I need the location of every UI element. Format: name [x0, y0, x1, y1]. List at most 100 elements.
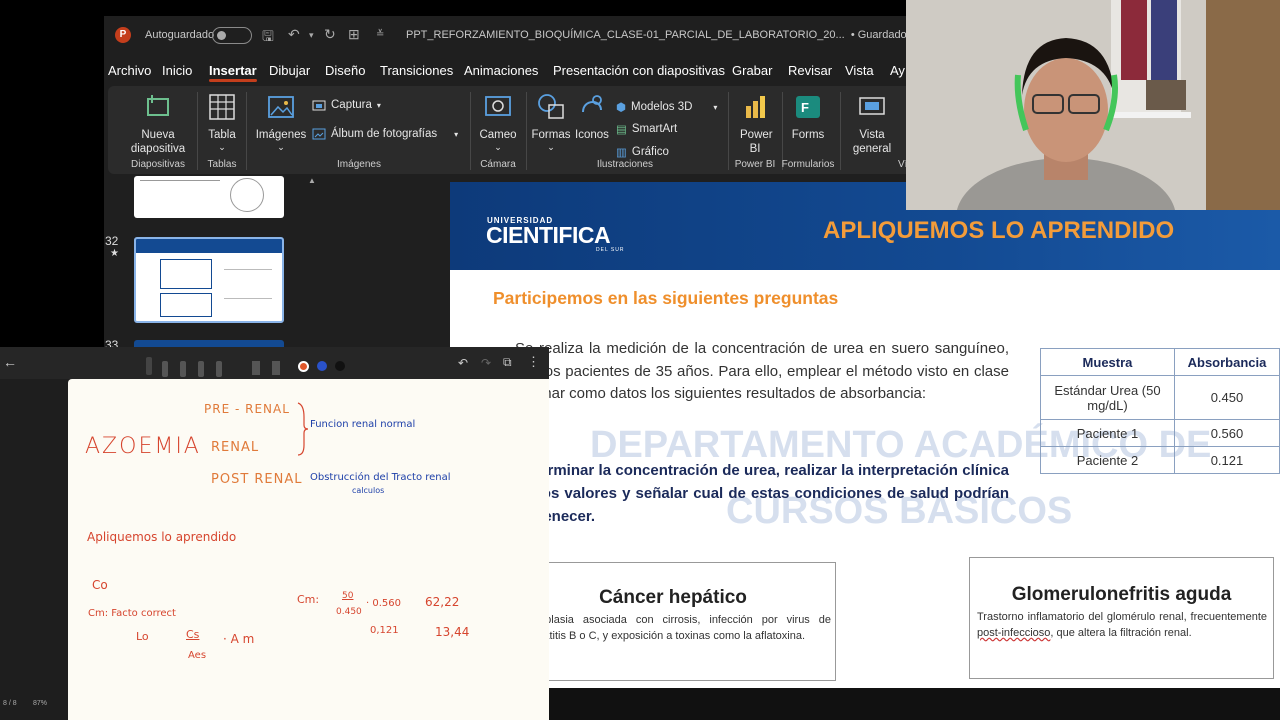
tab-grabar[interactable]: Grabar [732, 63, 772, 78]
chevron-down-icon: ⌄ [494, 142, 502, 152]
more-options-icon[interactable]: ⋮ [527, 354, 540, 370]
tab-insertar[interactable]: Insertar [209, 63, 257, 82]
shapes-button[interactable]: Formas ⌄ [530, 92, 572, 153]
icons-button[interactable]: Iconos [572, 92, 612, 142]
table-header: Muestra [1040, 348, 1175, 376]
shapes-icon [538, 94, 564, 119]
tab-transiciones[interactable]: Transiciones [380, 63, 453, 78]
back-arrow-icon[interactable]: ← [3, 354, 17, 370]
note-absorbance-2: 0,121 [370, 625, 399, 636]
tab-dibujar[interactable]: Dibujar [269, 63, 310, 78]
divider [470, 92, 471, 170]
logo-bottom-text: DEL SUR [596, 247, 625, 253]
new-slide-button[interactable]: Nueva diapositiva [118, 92, 198, 156]
table-cell: Paciente 1 [1040, 419, 1175, 447]
new-slide-label: Nueva diapositiva [130, 129, 186, 155]
table-label: Tabla [208, 129, 236, 141]
screenshot-button[interactable]: Captura ▾ [312, 98, 381, 112]
tab-inicio[interactable]: Inicio [162, 63, 192, 78]
forms-button[interactable]: F Forms [788, 92, 828, 142]
note-denominator: 0.450 [336, 607, 362, 617]
color-blue-swatch[interactable] [317, 361, 327, 371]
thumbnail-scrollbar[interactable]: ▲ [304, 176, 320, 346]
note-formula-lo: Lo [136, 630, 149, 643]
chart-button[interactable]: ▥ Gráfico [616, 145, 669, 159]
slide-number: 32 [105, 234, 119, 248]
slide-title: APLIQUEMOS LO APRENDIDO [823, 217, 1175, 244]
table-cell: 0.450 [1173, 375, 1280, 420]
note-formula-aes: Aes [188, 650, 207, 661]
autosave-toggle[interactable] [212, 27, 252, 44]
scroll-up-icon[interactable]: ▲ [304, 176, 320, 185]
photo-album-label: Álbum de fotografías [331, 128, 438, 140]
images-button[interactable]: Imágenes ⌄ [254, 92, 308, 153]
color-black-swatch[interactable] [335, 361, 345, 371]
customize-toolbar-icon[interactable]: ≚ [376, 29, 384, 40]
overview-button[interactable]: Vista general [844, 92, 900, 156]
slide-thumbnail-32[interactable] [134, 237, 284, 323]
absorbance-table: Muestra Absorbancia Estándar Urea (50 mg… [1040, 348, 1280, 474]
forms-icon: F [796, 96, 820, 118]
tab-vista[interactable]: Vista [845, 63, 874, 78]
smartart-button[interactable]: ▤ SmartArt [616, 122, 677, 136]
present-icon[interactable]: ⊞ [348, 26, 360, 43]
redo-icon[interactable]: ↻ [324, 26, 336, 43]
note-absorbance-1: · 0.560 [366, 598, 401, 609]
3d-models-label: Modelos 3D [631, 101, 693, 113]
tab-animaciones[interactable]: Animaciones [464, 63, 538, 78]
pen-tool[interactable] [162, 361, 168, 377]
share-icon[interactable]: ⧉ [503, 355, 512, 370]
note-obstruccion: Obstrucción del Tracto renal [310, 472, 451, 483]
tab-diseno[interactable]: Diseño [325, 63, 365, 78]
forms-label: Forms [791, 129, 825, 141]
tab-presentacion[interactable]: Presentación con diapositivas [553, 63, 725, 78]
chart-label: Gráfico [631, 146, 669, 158]
image-icon [268, 96, 294, 118]
divider [840, 92, 841, 170]
save-icon[interactable]: 🖫 [262, 26, 274, 50]
divider [246, 92, 247, 170]
undo-icon[interactable]: ↶ [458, 356, 468, 370]
option-card-glomerulonephritis: Glomerulonefritis aguda Trastorno inflam… [969, 557, 1274, 679]
group-imagenes: Imágenes [337, 159, 381, 170]
drawing-canvas[interactable]: PRE - RENAL Funcion renal normal AZOEMIA… [68, 379, 549, 720]
undo-dropdown-icon[interactable]: ▾ [309, 30, 314, 41]
tab-revisar[interactable]: Revisar [788, 63, 832, 78]
webcam-image [906, 0, 1280, 210]
star-icon: ★ [110, 248, 119, 259]
icons-icon [582, 95, 602, 113]
pen-tool[interactable] [146, 357, 152, 375]
color-red-swatch[interactable] [298, 361, 309, 372]
table-row: Paciente 1 0.560 [1040, 419, 1280, 447]
thumbnail-box [160, 293, 212, 317]
pen-tool[interactable] [216, 361, 222, 377]
undo-icon[interactable]: ↶ [288, 26, 300, 43]
tab-archivo[interactable]: Archivo [108, 63, 151, 78]
pen-tool[interactable] [180, 361, 186, 377]
table-button[interactable]: Tabla ⌄ [202, 92, 242, 153]
pen-tool[interactable] [198, 361, 204, 377]
screenshot-label: Captura [331, 99, 372, 111]
divider [728, 92, 729, 170]
tab-ayuda[interactable]: Ay [890, 63, 905, 78]
eraser-tool[interactable] [272, 361, 280, 375]
whiteboard-toolbar: ← ↶ ↷ ⧉ ⋮ [0, 347, 549, 379]
overview-icon [859, 97, 885, 115]
slide-canvas: UNIVERSIDAD CIENTIFICA DEL SUR APLIQUEMO… [450, 182, 1280, 688]
note-apliquemos: Apliquemos lo aprendido [87, 530, 237, 544]
svg-text:F: F [801, 100, 809, 115]
redo-icon[interactable]: ↷ [481, 356, 491, 370]
note-co: Co [92, 578, 108, 592]
powerbi-button[interactable]: Power BI [732, 92, 778, 156]
photo-album-button[interactable]: Álbum de fotografías ▾ [312, 127, 458, 141]
slide-subtitle: Participemos en las siguientes preguntas [493, 288, 839, 308]
note-funcion-renal: Funcion renal normal [310, 419, 416, 430]
3d-models-button[interactable]: ⬢ Modelos 3D ▾ [616, 100, 717, 114]
slide-thumbnail-31[interactable] [134, 176, 284, 218]
icons-label: Iconos [575, 129, 609, 141]
webcam-overlay [906, 0, 1280, 210]
note-pre-renal: PRE - RENAL [204, 402, 290, 416]
highlighter-tool[interactable] [252, 361, 260, 375]
cameo-button[interactable]: Cameo ⌄ [476, 92, 520, 153]
smartart-icon: ▤ [616, 124, 627, 136]
